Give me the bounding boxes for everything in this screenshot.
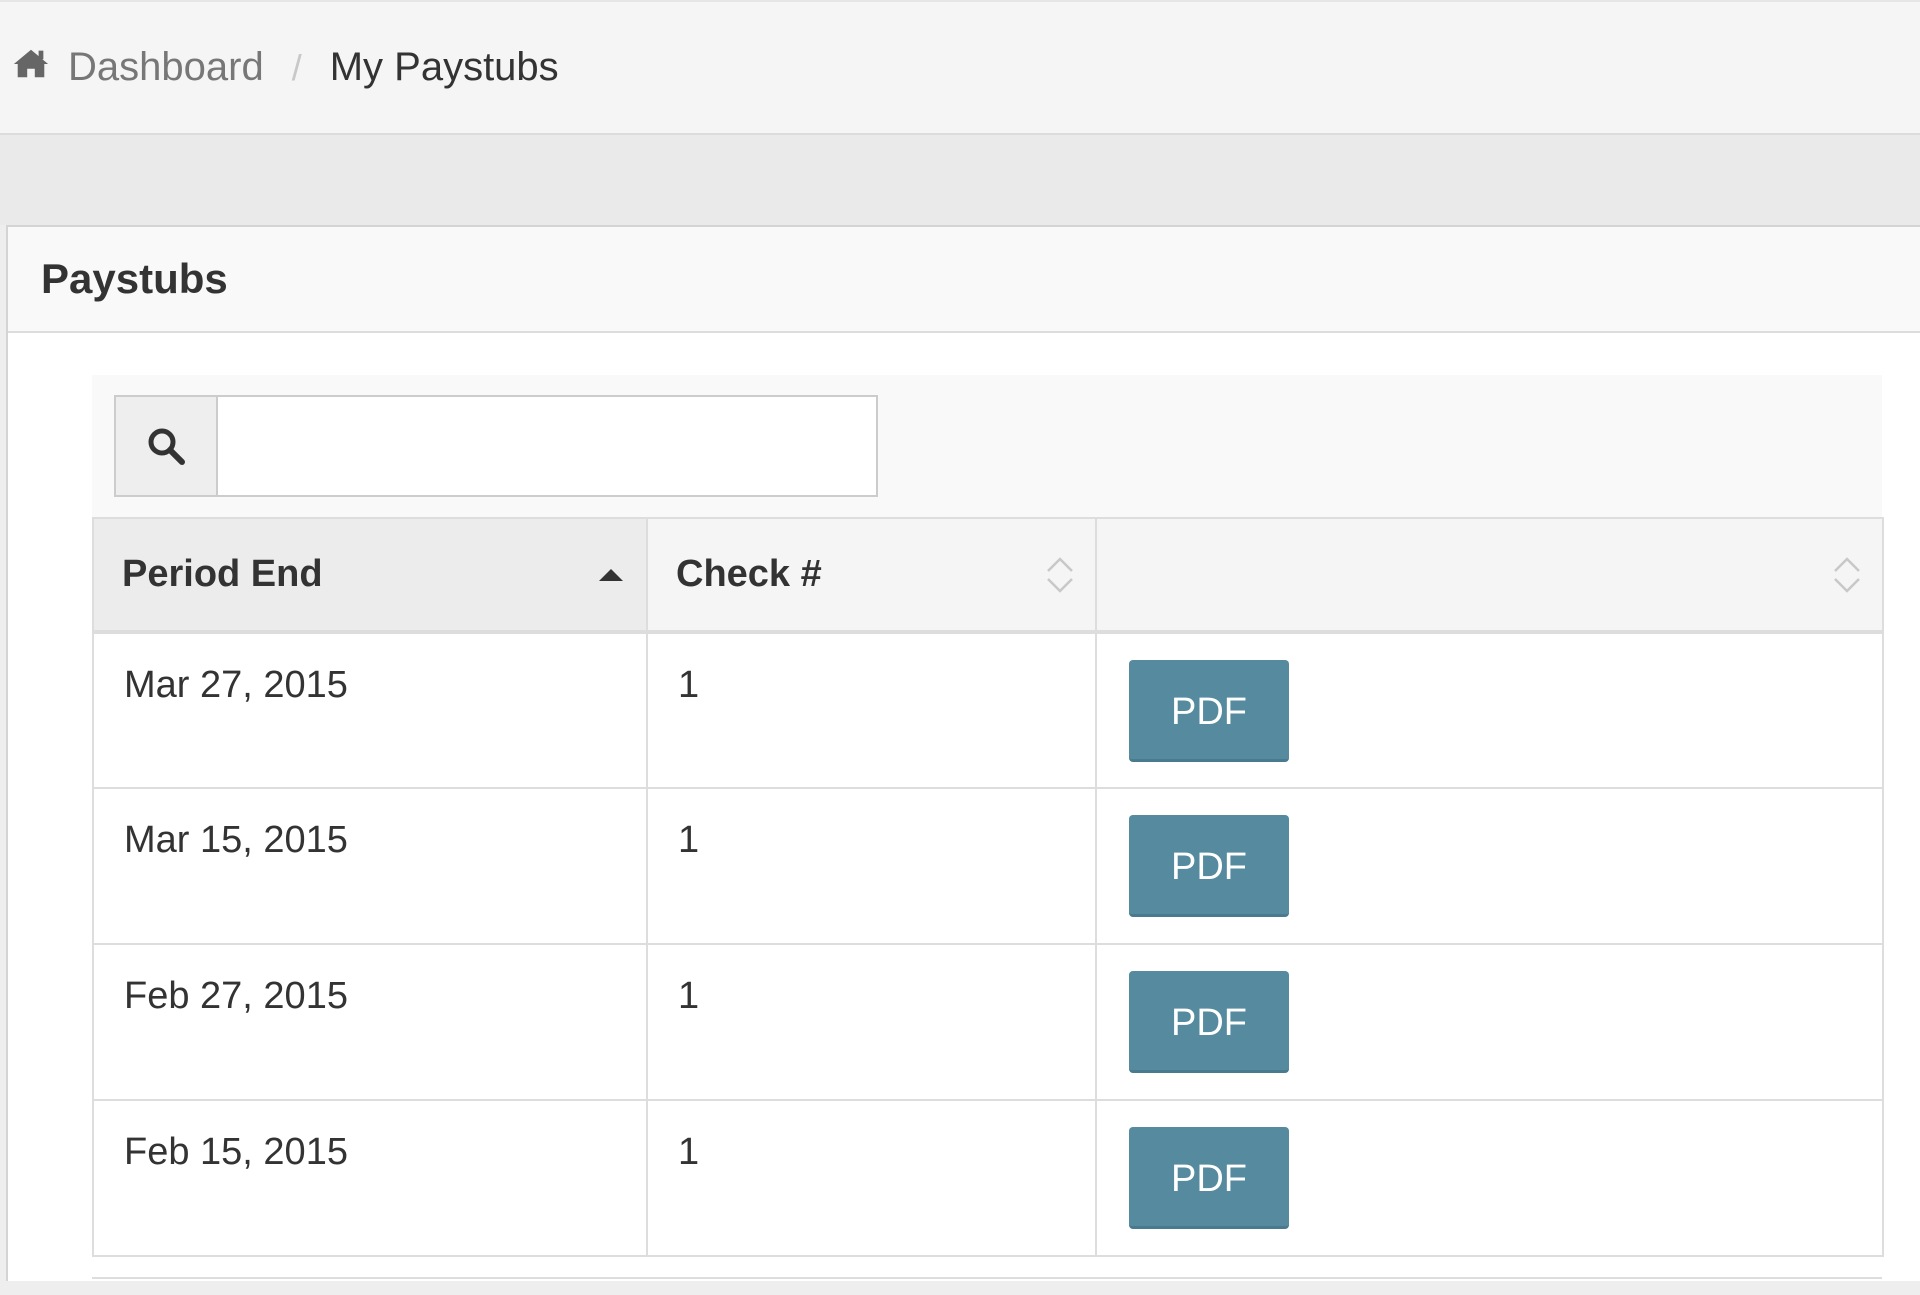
action-cell: PDF <box>1095 631 1884 789</box>
search-icon <box>116 397 218 495</box>
table-row: Feb 27, 2015 1 PDF <box>92 943 1884 1101</box>
breadcrumb: Dashboard / My Paystubs <box>0 0 1920 135</box>
column-header-check-number[interactable]: Check # <box>646 517 1097 634</box>
header-spacer <box>0 135 1920 225</box>
check-number-cell: 1 <box>646 787 1097 945</box>
table-row: Mar 15, 2015 1 PDF <box>92 787 1884 945</box>
column-header-label: Period End <box>122 553 323 595</box>
pdf-button[interactable]: PDF <box>1129 815 1289 917</box>
paystubs-table: Period End Check # Mar 27, 2015 1 PDF Ma… <box>92 517 1884 1257</box>
period-end-cell: Feb 15, 2015 <box>92 1099 648 1257</box>
pdf-button[interactable]: PDF <box>1129 971 1289 1073</box>
breadcrumb-separator: / <box>291 46 302 88</box>
search-input[interactable] <box>218 397 876 495</box>
period-end-cell: Feb 27, 2015 <box>92 943 648 1101</box>
breadcrumb-home-link[interactable]: Dashboard <box>12 45 264 90</box>
table-row: Mar 27, 2015 1 PDF <box>92 631 1884 789</box>
period-end-cell: Mar 15, 2015 <box>92 787 648 945</box>
table-toolbar <box>92 375 1882 517</box>
column-header-period-end[interactable]: Period End <box>92 517 648 634</box>
panel-title: Paystubs <box>8 227 1920 333</box>
breadcrumb-current: My Paystubs <box>329 45 559 89</box>
period-end-cell: Mar 27, 2015 <box>92 631 648 789</box>
action-cell: PDF <box>1095 1099 1884 1257</box>
column-header-label: Check # <box>676 553 822 595</box>
paystubs-table-wrapper: Period End Check # Mar 27, 2015 1 PDF Ma… <box>92 375 1884 1295</box>
check-number-cell: 1 <box>646 631 1097 789</box>
action-cell: PDF <box>1095 787 1884 945</box>
pdf-button[interactable]: PDF <box>1129 660 1289 762</box>
check-number-cell: 1 <box>646 1099 1097 1257</box>
pdf-button[interactable]: PDF <box>1129 1127 1289 1229</box>
search-group <box>114 395 878 497</box>
column-header-actions[interactable] <box>1095 517 1884 634</box>
action-cell: PDF <box>1095 943 1884 1101</box>
table-header-row: Period End Check # <box>92 517 1884 634</box>
table-footer-divider <box>92 1257 1882 1279</box>
breadcrumb-dashboard-label: Dashboard <box>68 45 264 89</box>
home-icon <box>12 45 68 90</box>
table-row: Feb 15, 2015 1 PDF <box>92 1099 1884 1257</box>
check-number-cell: 1 <box>646 943 1097 1101</box>
paystubs-panel: Paystubs Period End Check # Mar 27, 2015… <box>6 225 1920 1281</box>
